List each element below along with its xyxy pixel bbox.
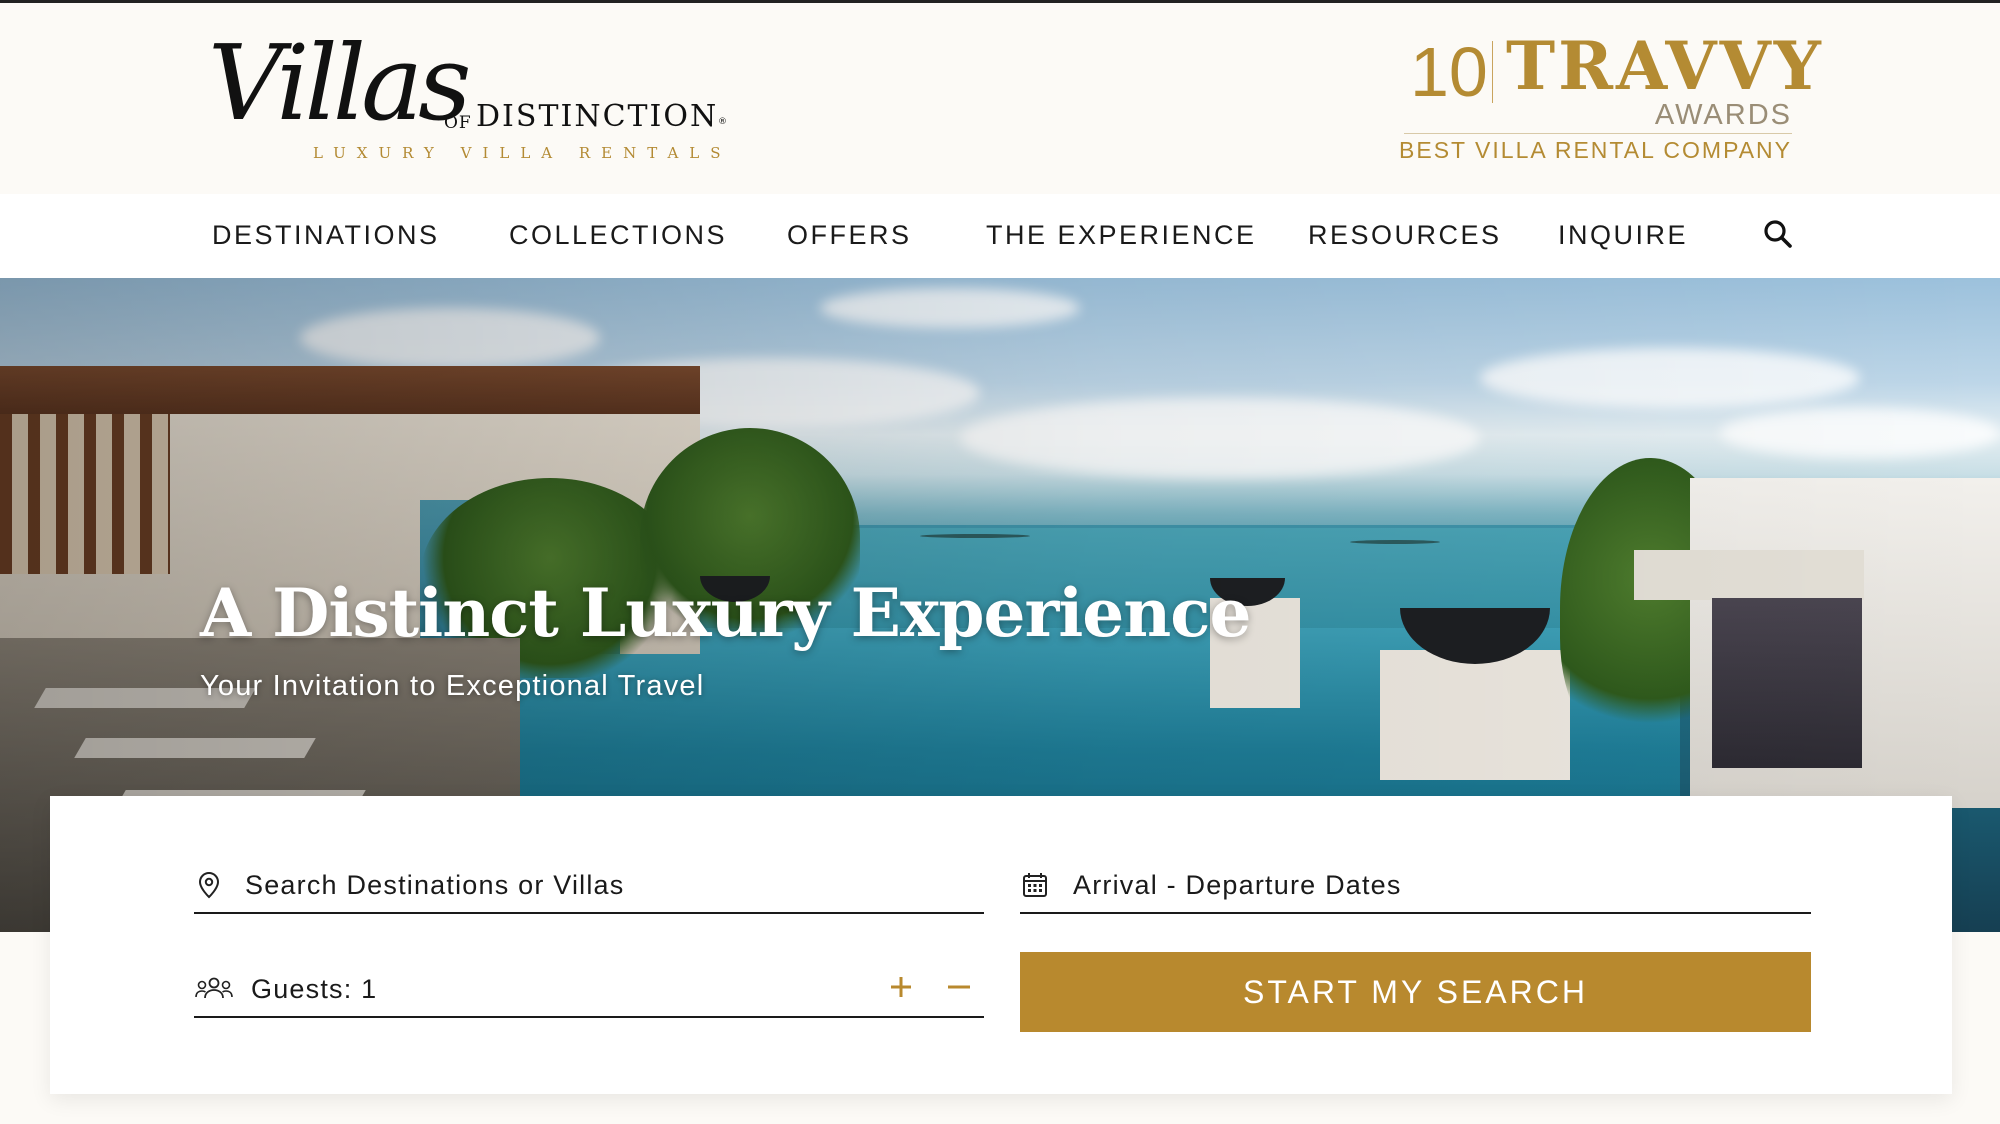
nav-item-collections[interactable]: COLLECTIONS — [509, 220, 727, 251]
nav-item-offers[interactable]: OFFERS — [787, 220, 912, 251]
hero-subtitle: Your Invitation to Exceptional Travel — [200, 670, 705, 702]
search-icon[interactable] — [1762, 218, 1794, 250]
start-search-button[interactable]: START MY SEARCH — [1020, 952, 1811, 1032]
award-subtitle: AWARDS — [1654, 99, 1792, 131]
guests-icon — [194, 974, 234, 1004]
guests-decrement-button[interactable] — [942, 970, 976, 1004]
travvy-award-badge: 10 TRAVVY AWARDS BEST VILLA RENTAL COMPA… — [1399, 33, 1821, 167]
logo-name-text: DISTINCTION — [476, 99, 719, 134]
destination-field[interactable]: Search Destinations or Villas — [194, 862, 984, 914]
logo-tagline: LUXURY VILLA RENTALS — [313, 144, 732, 162]
calendar-icon — [1020, 870, 1050, 900]
guests-field: Guests: 1 — [194, 966, 984, 1018]
destination-placeholder: Search Destinations or Villas — [245, 870, 625, 900]
dates-field[interactable]: Arrival - Departure Dates — [1020, 862, 1811, 914]
nav-item-the-experience[interactable]: THE EXPERIENCE — [986, 220, 1257, 251]
map-pin-icon — [194, 870, 224, 900]
award-divider — [1492, 41, 1493, 103]
main-nav: DESTINATIONS COLLECTIONS OFFERS THE EXPE… — [0, 194, 2000, 278]
award-name: TRAVVY — [1506, 27, 1824, 105]
logo-of-text: OF — [444, 113, 472, 133]
nav-item-inquire[interactable]: INQUIRE — [1558, 220, 1688, 251]
site-header: Villas OF DISTINCTION ® LUXURY VILLA REN… — [0, 3, 2000, 194]
award-number: 10 — [1410, 33, 1488, 111]
award-rule — [1404, 133, 1792, 134]
award-line: BEST VILLA RENTAL COMPANY — [1399, 137, 1792, 163]
nav-item-destinations[interactable]: DESTINATIONS — [212, 220, 440, 251]
logo-script-text: Villas — [208, 22, 471, 144]
logo-registered-mark: ® — [718, 117, 727, 127]
dates-placeholder: Arrival - Departure Dates — [1073, 870, 1402, 900]
brand-logo[interactable]: Villas OF DISTINCTION ® LUXURY VILLA REN… — [208, 31, 738, 171]
guests-increment-button[interactable] — [884, 970, 918, 1004]
guests-count: Guests: 1 — [251, 974, 378, 1004]
hero-title: A Distinct Luxury Experience — [200, 574, 1251, 652]
nav-item-resources[interactable]: RESOURCES — [1308, 220, 1502, 251]
search-panel: Search Destinations or Villas Arrival - … — [50, 796, 1952, 1094]
